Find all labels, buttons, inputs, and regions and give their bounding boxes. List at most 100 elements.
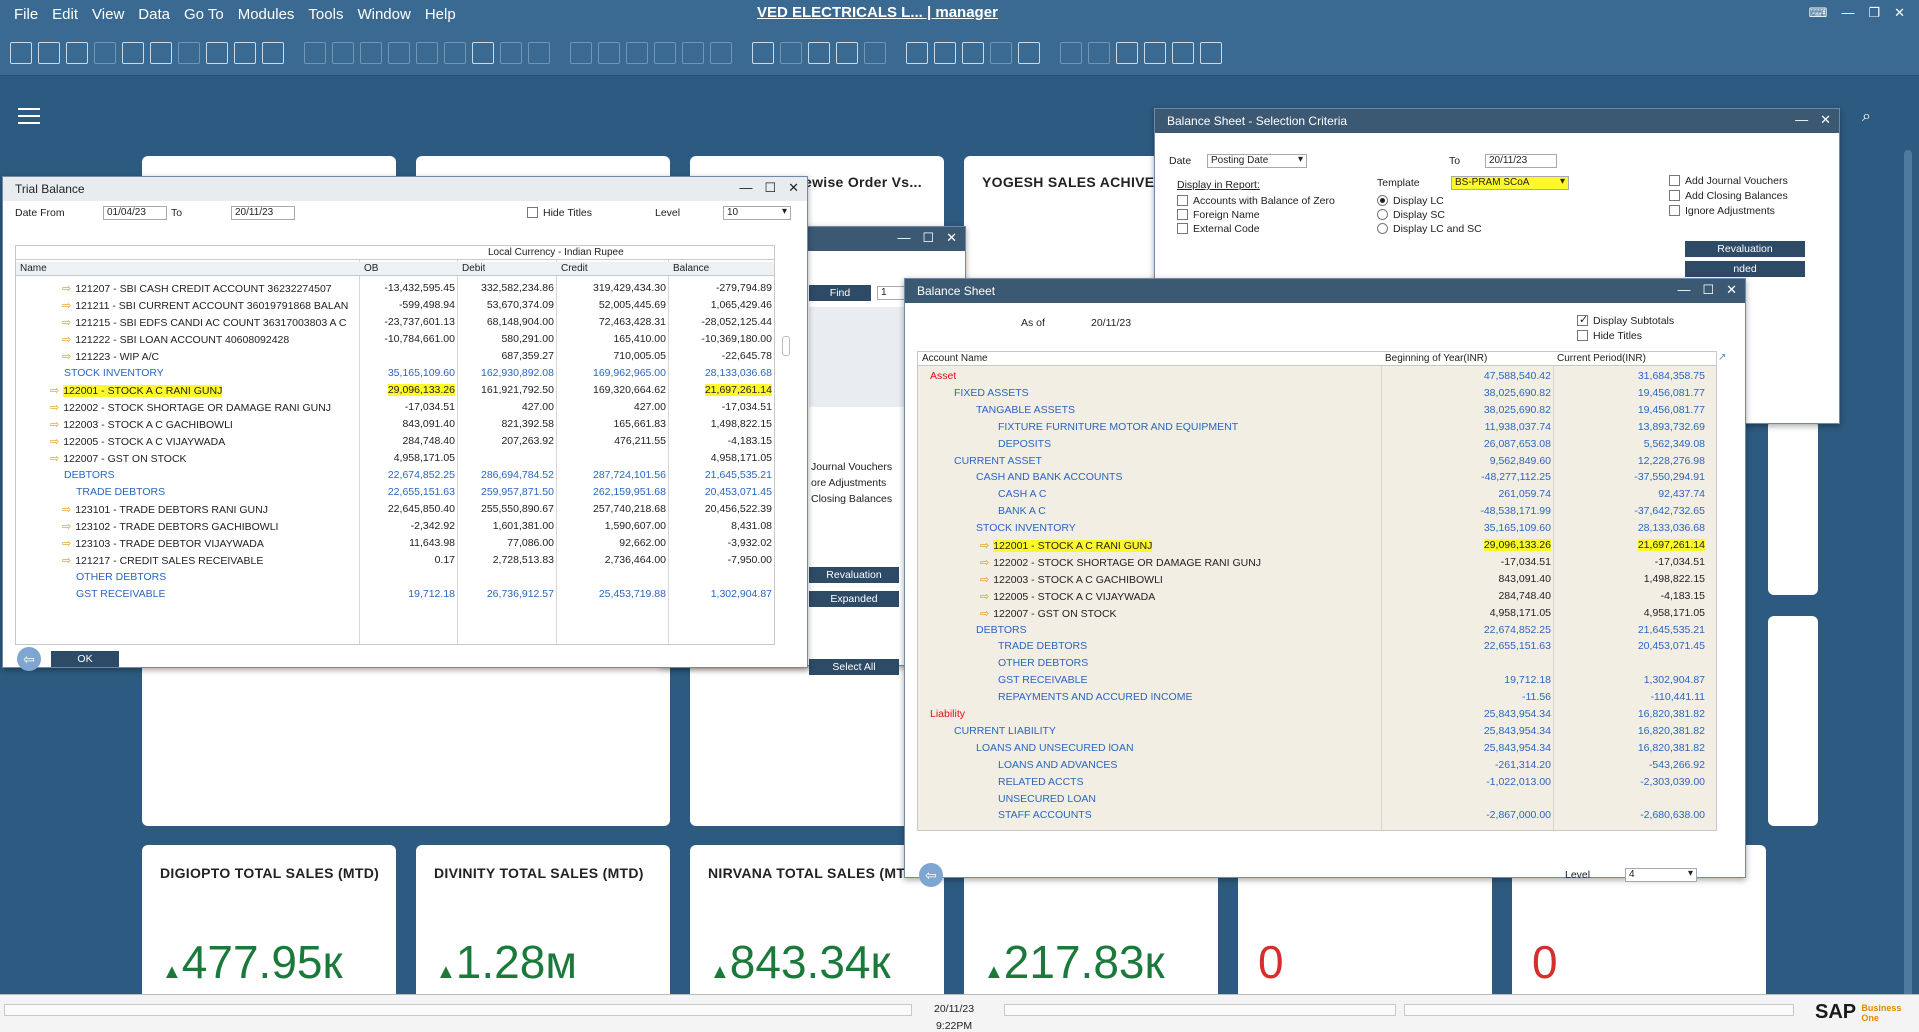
menu-help[interactable]: Help bbox=[425, 6, 456, 23]
target-document-icon[interactable] bbox=[598, 42, 620, 64]
link-arrow-icon[interactable]: ⇨ bbox=[62, 317, 71, 329]
minimize-icon[interactable]: — bbox=[739, 180, 752, 196]
tile-digiopto[interactable]: DIGIOPTO TOTAL SALES (MTD) ▲477.95к bbox=[142, 845, 396, 1000]
table-row[interactable]: ⇨ 122007 - GST ON STOCK 4,958,171.05 4,958,… bbox=[16, 450, 774, 467]
customize-icon[interactable] bbox=[1144, 42, 1166, 64]
table-row[interactable]: FIXED ASSETS 38,025,690.82 19,456,081.77 bbox=[918, 385, 1716, 402]
table-row[interactable]: OTHER DEBTORS bbox=[16, 569, 774, 586]
table-row[interactable]: ⇨ 122005 - STOCK A C VIJAYWADA 284,748.40 2… bbox=[16, 433, 774, 450]
menu-icon[interactable] bbox=[18, 108, 40, 124]
layout-icon[interactable] bbox=[94, 42, 116, 64]
table-row[interactable]: ⇨ 122001 - STOCK A C RANI GUNJ 29,096,133.… bbox=[918, 537, 1716, 554]
option-closing-balances[interactable]: Closing Balances bbox=[811, 493, 892, 505]
filter-icon[interactable] bbox=[500, 42, 522, 64]
previous-record-icon[interactable] bbox=[388, 42, 410, 64]
workspace-scrollbar[interactable] bbox=[1904, 150, 1912, 1010]
table-row[interactable]: RELATED ACCTS -1,022,013.00 -2,303,039.00 bbox=[918, 774, 1716, 791]
close-icon[interactable]: ✕ bbox=[946, 230, 957, 246]
table-row[interactable]: STAFF ACCOUNTS -2,867,000.00 -2,680,638.00 bbox=[918, 807, 1716, 824]
minimize-icon[interactable]: — bbox=[1795, 112, 1808, 128]
table-row[interactable]: OTHER DEBTORS bbox=[918, 655, 1716, 672]
table-row[interactable]: ⇨ 122007 - GST ON STOCK 4,958,171.05 4,958,… bbox=[918, 605, 1716, 622]
link-arrow-icon[interactable]: ⇨ bbox=[50, 436, 59, 448]
option-adjustments[interactable]: ore Adjustments bbox=[811, 477, 886, 489]
link-arrow-icon[interactable]: ⇨ bbox=[62, 538, 71, 550]
table-row[interactable]: STOCK INVENTORY 35,165,109.60 28,133,036.6… bbox=[918, 520, 1716, 537]
excel-icon[interactable] bbox=[150, 42, 172, 64]
display-lc-sc-radio[interactable] bbox=[1377, 223, 1388, 234]
window-icon[interactable] bbox=[1060, 42, 1082, 64]
display-lc-radio[interactable] bbox=[1377, 195, 1388, 206]
find-icon[interactable] bbox=[304, 42, 326, 64]
table-row[interactable]: TANGABLE ASSETS 38,025,690.82 19,456,081.7… bbox=[918, 402, 1716, 419]
minimize-icon[interactable]: — bbox=[1841, 5, 1854, 21]
users-icon[interactable] bbox=[990, 42, 1012, 64]
launch-icon[interactable] bbox=[1116, 42, 1138, 64]
payment-means-icon[interactable] bbox=[682, 42, 704, 64]
date-from-field[interactable]: 01/04/23 bbox=[103, 206, 167, 220]
document-icon[interactable] bbox=[808, 42, 830, 64]
pdf-icon[interactable] bbox=[206, 42, 228, 64]
keyboard-icon[interactable]: ⌨ bbox=[1809, 5, 1828, 21]
first-record-icon[interactable] bbox=[360, 42, 382, 64]
menu-file[interactable]: File bbox=[14, 6, 38, 23]
link-arrow-icon[interactable]: ⇨ bbox=[62, 300, 71, 312]
move-icon[interactable] bbox=[234, 42, 256, 64]
expand-icon[interactable]: ↗ bbox=[1718, 352, 1726, 368]
external-code-checkbox[interactable] bbox=[1177, 223, 1188, 234]
help-icon[interactable] bbox=[1200, 42, 1222, 64]
table-row[interactable]: ⇨ 121211 - SBI CURRENT ACCOUNT 3601979186… bbox=[16, 297, 774, 314]
table-row[interactable]: BANK A C -48,538,171.99 -37,642,732.65 bbox=[918, 503, 1716, 520]
table-row[interactable]: STOCK INVENTORY 35,165,109.60 162,930,892.… bbox=[16, 365, 774, 382]
gross-profit-icon[interactable] bbox=[626, 42, 648, 64]
maximize-icon[interactable]: ☐ bbox=[764, 180, 776, 196]
level-select[interactable]: 10 bbox=[723, 206, 791, 220]
print-icon[interactable] bbox=[38, 42, 60, 64]
column-balance[interactable]: Balance bbox=[673, 263, 709, 274]
hide-titles-checkbox[interactable] bbox=[1577, 330, 1588, 341]
table-row[interactable]: GST RECEIVABLE 19,712.18 1,302,904.87 bbox=[918, 672, 1716, 689]
table-row[interactable]: Asset 47,588,540.42 31,684,358.75 bbox=[918, 368, 1716, 385]
table-row[interactable]: ⇨ 123101 - TRADE DEBTORS RANI GUNJ 22,645,… bbox=[16, 501, 774, 518]
add-icon[interactable] bbox=[332, 42, 354, 64]
table-row[interactable]: FIXTURE FURNITURE MOTOR AND EQUIPMENT 11,… bbox=[918, 419, 1716, 436]
table-row[interactable]: LOANS AND UNSECURED lOAN 25,843,954.34 16,… bbox=[918, 740, 1716, 757]
revaluation-button[interactable]: Revaluation bbox=[1685, 241, 1805, 257]
volume-weight-icon[interactable] bbox=[710, 42, 732, 64]
restore-icon[interactable]: ❐ bbox=[1868, 5, 1880, 21]
search-icon[interactable]: ⌕ bbox=[1862, 108, 1871, 126]
menu-goto[interactable]: Go To bbox=[184, 6, 224, 23]
table-row[interactable]: ⇨ 122003 - STOCK A C GACHIBOWLI 843,091.40… bbox=[918, 571, 1716, 588]
refresh-icon[interactable] bbox=[472, 42, 494, 64]
menu-tools[interactable]: Tools bbox=[308, 6, 343, 23]
export-icon[interactable] bbox=[122, 42, 144, 64]
find-button[interactable]: Find bbox=[809, 285, 871, 301]
table-row[interactable]: TRADE DEBTORS 22,655,151.63 259,957,871.50… bbox=[16, 484, 774, 501]
table-row[interactable]: CASH AND BANK ACCOUNTS -48,277,112.25 -37,… bbox=[918, 469, 1716, 486]
link-arrow-icon[interactable]: ⇨ bbox=[62, 334, 71, 346]
link-arrow-icon[interactable]: ⇨ bbox=[980, 591, 989, 603]
table-row[interactable]: ⇨ 122002 - STOCK SHORTAGE OR DAMAGE RANI … bbox=[16, 399, 774, 416]
to-date-field[interactable]: 20/11/23 bbox=[1485, 154, 1557, 168]
expanded-button[interactable]: nded bbox=[1685, 261, 1805, 277]
ok-button[interactable]: OK bbox=[51, 651, 119, 667]
table-row[interactable]: ⇨ 122005 - STOCK A C VIJAYWADA 284,748.40 -… bbox=[918, 588, 1716, 605]
maximize-icon[interactable]: ☐ bbox=[922, 230, 934, 246]
settings-icon[interactable] bbox=[780, 42, 802, 64]
link-arrow-icon[interactable]: ⇨ bbox=[980, 574, 989, 586]
table-row[interactable]: ⇨ 123102 - TRADE DEBTORS GACHIBOWLI -2,342… bbox=[16, 518, 774, 535]
menu-data[interactable]: Data bbox=[138, 6, 170, 23]
table-row[interactable]: CASH A C 261,059.74 92,437.74 bbox=[918, 486, 1716, 503]
tile-divinity[interactable]: DIVINITY TOTAL SALES (MTD) ▲1.28м bbox=[416, 845, 670, 1000]
select-all-button[interactable]: Select All bbox=[809, 659, 899, 675]
base-document-icon[interactable] bbox=[570, 42, 592, 64]
menu-view[interactable]: View bbox=[92, 6, 124, 23]
column-debit[interactable]: Debit bbox=[462, 263, 485, 274]
revaluation-button[interactable]: Revaluation bbox=[809, 567, 899, 583]
last-record-icon[interactable] bbox=[444, 42, 466, 64]
table-row[interactable]: GST RECEIVABLE 19,712.18 26,736,912.57 25,4… bbox=[16, 586, 774, 603]
table-row[interactable]: UNSECURED LOAN bbox=[918, 791, 1716, 808]
link-arrow-icon[interactable]: ⇨ bbox=[980, 540, 989, 552]
sort-icon[interactable] bbox=[528, 42, 550, 64]
display-sc-radio[interactable] bbox=[1377, 209, 1388, 220]
